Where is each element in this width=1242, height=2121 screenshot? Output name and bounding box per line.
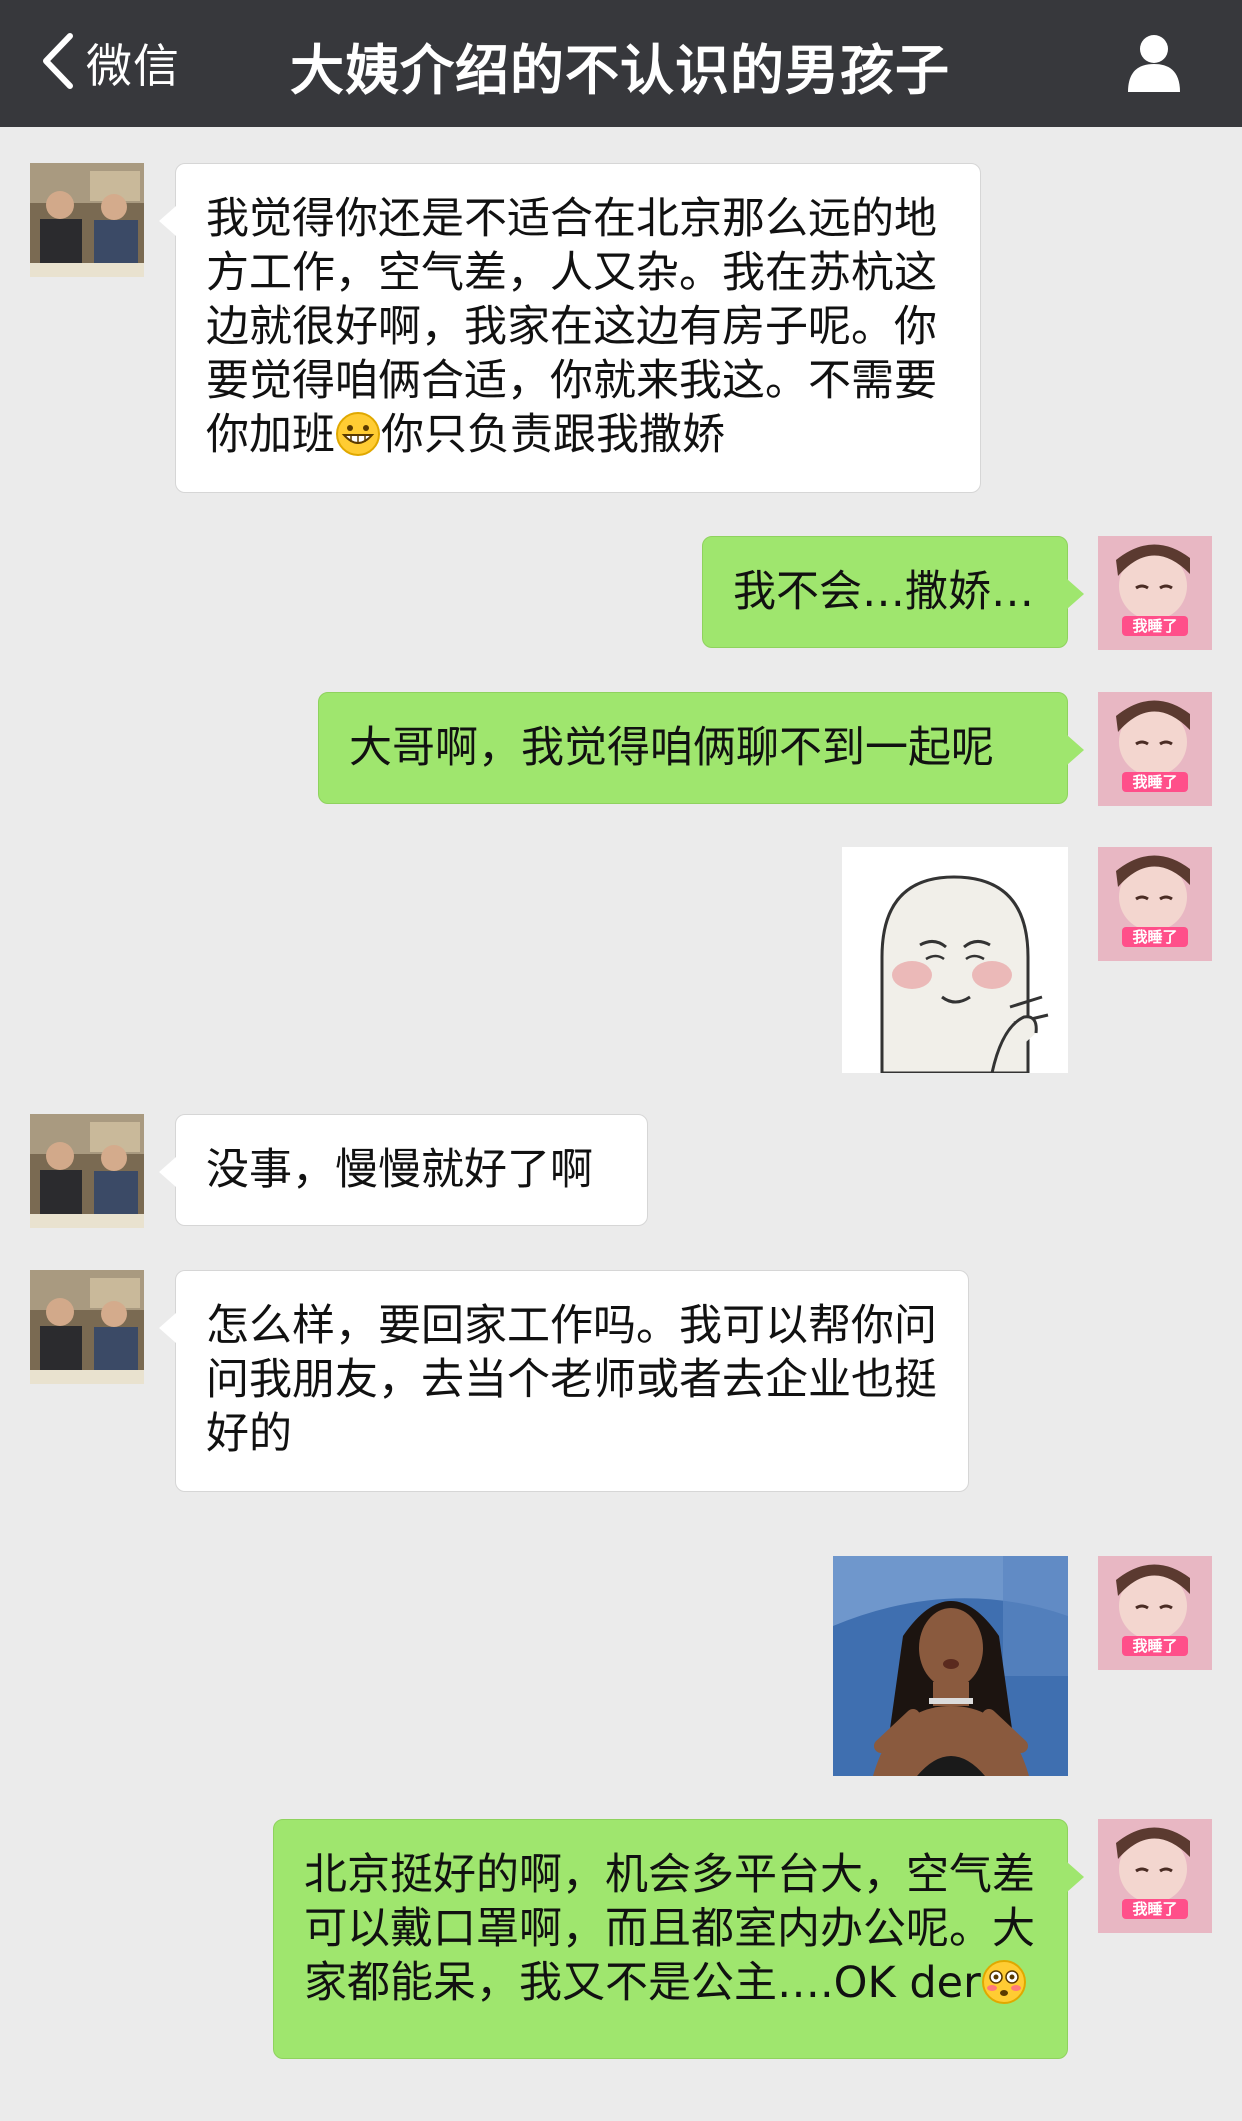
- message-text: 没事，慢慢就好了啊: [206, 1145, 593, 1195]
- avatar-caption: 我睡了: [1132, 1900, 1177, 1918]
- woman-shocked-gif-sticker[interactable]: [833, 1556, 1068, 1776]
- self-avatar[interactable]: 我睡了: [1098, 847, 1212, 961]
- message-text-tail: 你只负责跟我撒娇: [381, 410, 725, 460]
- contact-avatar[interactable]: [30, 1114, 144, 1228]
- message-text: 怎么样，要回家工作吗。我可以帮你问问我朋友，去当个老师或者去企业也挺好的: [206, 1301, 937, 1459]
- self-avatar[interactable]: 我睡了: [1098, 1819, 1212, 1933]
- avatar-caption: 我睡了: [1132, 928, 1177, 946]
- back-label: 微信: [86, 39, 180, 93]
- self-avatar[interactable]: 我睡了: [1098, 536, 1212, 650]
- message-bubble-incoming[interactable]: 我觉得你还是不适合在北京那么远的地方工作，空气差，人又杂。我在苏杭这边就很好啊，…: [159, 163, 981, 493]
- message-bubble-incoming[interactable]: 没事，慢慢就好了啊: [159, 1114, 648, 1226]
- flushed-face-emoji: [981, 1959, 1027, 2005]
- message-text: 我不会…撒娇…: [733, 567, 1034, 617]
- message-bubble-outgoing[interactable]: 我不会…撒娇…: [702, 536, 1084, 648]
- contact-avatar[interactable]: [30, 163, 144, 277]
- chat-title: 大姨介绍的不认识的男孩子: [290, 39, 950, 102]
- person-icon[interactable]: [1122, 30, 1186, 94]
- chevron-left-icon: [38, 30, 78, 96]
- message-bubble-outgoing[interactable]: 北京挺好的啊，机会多平台大，空气差可以戴口罩啊，而且都室内办公呢。大家都能呆，我…: [273, 1819, 1084, 2059]
- back-button[interactable]: 微信: [38, 28, 180, 98]
- contact-avatar[interactable]: [30, 1270, 144, 1384]
- message-text: 北京挺好的啊，机会多平台大，空气差可以戴口罩啊，而且都室内办公呢。大家都能呆，我…: [304, 1850, 1035, 2008]
- blushing-blob-meme-sticker[interactable]: [842, 847, 1068, 1073]
- grinning-face-emoji: [335, 411, 381, 457]
- avatar-caption: 我睡了: [1132, 773, 1177, 791]
- message-text: 大哥啊，我觉得咱俩聊不到一起呢: [349, 723, 994, 773]
- nav-bar: 微信 大姨介绍的不认识的男孩子: [0, 0, 1242, 127]
- avatar-caption: 我睡了: [1132, 1637, 1177, 1655]
- avatar-caption: 我睡了: [1132, 617, 1177, 635]
- message-bubble-outgoing[interactable]: 大哥啊，我觉得咱俩聊不到一起呢: [318, 692, 1084, 804]
- message-bubble-incoming[interactable]: 怎么样，要回家工作吗。我可以帮你问问我朋友，去当个老师或者去企业也挺好的: [159, 1270, 969, 1492]
- self-avatar[interactable]: 我睡了: [1098, 1556, 1212, 1670]
- self-avatar[interactable]: 我睡了: [1098, 692, 1212, 806]
